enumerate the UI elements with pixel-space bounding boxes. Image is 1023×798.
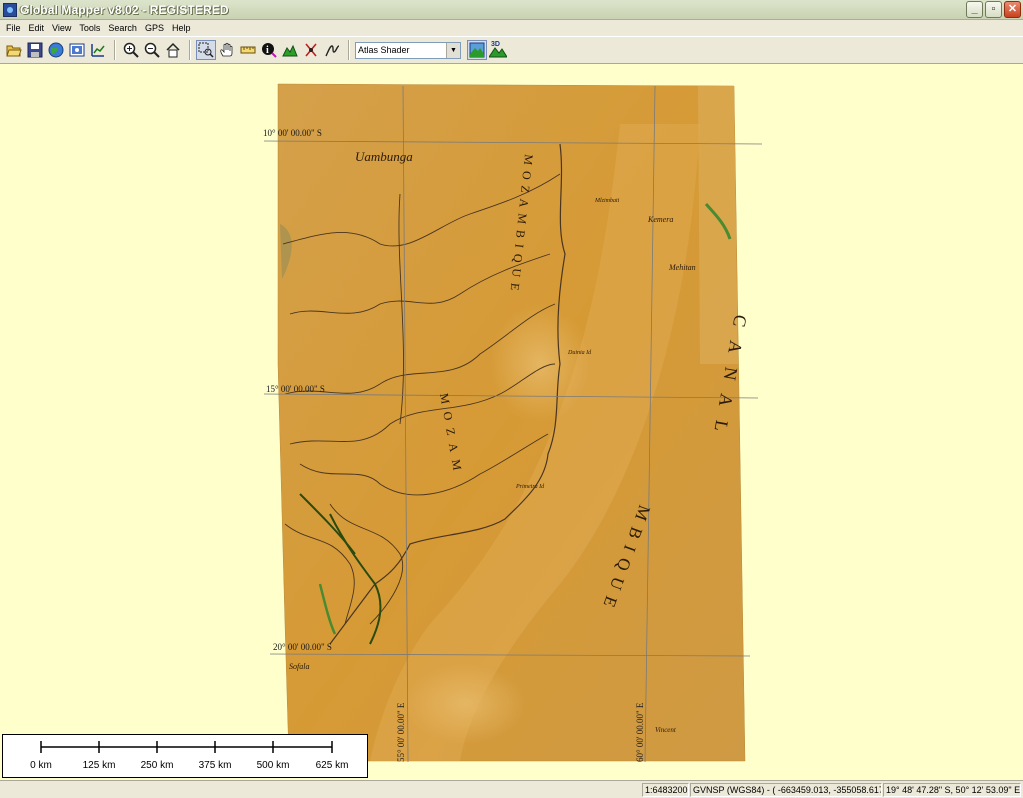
minimize-button[interactable]: _ <box>966 1 983 18</box>
menu-file[interactable]: File <box>2 23 25 33</box>
draw-icon[interactable] <box>322 40 342 60</box>
close-button[interactable]: ✕ <box>1004 1 1021 18</box>
status-coords: 19° 48' 47.28" S, 50° 12' 53.09" E <box>883 783 1021 797</box>
menu-bar: File Edit View Tools Search GPS Help <box>0 20 1023 36</box>
toolbar: i Atlas Shader ▼ 3D <box>0 36 1023 64</box>
label-mlzimbati: Mlzimbati <box>594 198 620 204</box>
lat-label-20: 20° 00' 00.00" S <box>273 642 332 652</box>
scale-bar-line <box>40 741 333 753</box>
3d-label: 3D <box>491 41 500 48</box>
shader-dropdown[interactable]: Atlas Shader ▼ <box>355 41 461 59</box>
menu-view[interactable]: View <box>48 23 75 33</box>
status-bar: 1:6483200 GVNSP (WGS84) - ( -663459.013,… <box>0 780 1023 798</box>
scale-label-625: 625 km <box>315 760 349 771</box>
status-projection: GVNSP (WGS84) - ( -663459.013, -355058.6… <box>690 783 882 797</box>
title-bar[interactable]: Global Mapper v8.02 - REGISTERED _ ▫ ✕ <box>0 0 1023 20</box>
toolbar-separator <box>189 40 191 60</box>
label-primeira: Primeira Id <box>515 484 545 490</box>
lon-label-55: 55° 00' 00.00" E <box>396 702 406 762</box>
label-uambunga: Uambunga <box>355 149 413 164</box>
scale-bar: 0 km 125 km 250 km 375 km 500 km 625 km <box>2 734 368 778</box>
home-icon[interactable] <box>163 40 183 60</box>
lat-label-10: 10° 00' 00.00" S <box>263 128 322 138</box>
open-icon[interactable] <box>4 40 24 60</box>
toolbar-separator <box>348 40 350 60</box>
map-svg[interactable]: 10° 00' 00.00" S 15° 00' 00.00" S 20° 00… <box>0 64 1023 780</box>
label-mehitan: Mehitan <box>668 263 696 272</box>
window-title: Global Mapper v8.02 - REGISTERED <box>20 2 229 17</box>
app-window: Global Mapper v8.02 - REGISTERED _ ▫ ✕ F… <box>0 0 1023 798</box>
label-vincent: Vincent <box>655 726 677 734</box>
scale-label-375: 375 km <box>198 760 232 771</box>
label-kemera: Kemera <box>647 215 673 224</box>
scale-label-125: 125 km <box>82 760 116 771</box>
3d-view-icon[interactable]: 3D <box>488 40 508 60</box>
window-controls: _ ▫ ✕ <box>966 1 1021 18</box>
info-tool-icon[interactable]: i <box>259 40 279 60</box>
overlay-control-icon[interactable] <box>67 40 87 60</box>
config-icon[interactable] <box>88 40 108 60</box>
restore-button[interactable]: ▫ <box>985 1 1002 18</box>
shader-selected: Atlas Shader <box>358 45 410 55</box>
app-globe-icon[interactable] <box>3 2 17 17</box>
path-profile-icon[interactable] <box>280 40 300 60</box>
lat-label-15: 15° 00' 00.00" S <box>266 384 325 394</box>
zoom-tool-icon[interactable] <box>196 40 216 60</box>
lon-label-60: 60° 00' 00.00" E <box>635 702 645 762</box>
menu-edit[interactable]: Edit <box>25 23 49 33</box>
globe-icon[interactable] <box>46 40 66 60</box>
map-light-spot <box>490 304 590 424</box>
menu-tools[interactable]: Tools <box>75 23 104 33</box>
menu-help[interactable]: Help <box>168 23 195 33</box>
measure-tool-icon[interactable] <box>238 40 258 60</box>
map-canvas[interactable]: 10° 00' 00.00" S 15° 00' 00.00" S 20° 00… <box>0 64 1023 780</box>
zoom-in-icon[interactable] <box>121 40 141 60</box>
pan-tool-icon[interactable] <box>217 40 237 60</box>
shader-toggle-icon[interactable] <box>467 40 487 60</box>
map-light-spot <box>405 664 525 744</box>
menu-search[interactable]: Search <box>104 23 141 33</box>
status-scale: 1:6483200 <box>642 783 689 797</box>
label-duinia: Duinia Id <box>567 350 592 356</box>
toolbar-separator <box>114 40 116 60</box>
label-sofala: Sofala <box>289 662 309 671</box>
chevron-down-icon[interactable]: ▼ <box>446 42 460 58</box>
save-icon[interactable] <box>25 40 45 60</box>
zoom-out-icon[interactable] <box>142 40 162 60</box>
digitizer-icon[interactable] <box>301 40 321 60</box>
svg-text:i: i <box>266 45 269 56</box>
scale-label-500: 500 km <box>256 760 290 771</box>
scale-label-250: 250 km <box>140 760 174 771</box>
scale-label-0: 0 km <box>30 760 52 771</box>
menu-gps[interactable]: GPS <box>141 23 168 33</box>
